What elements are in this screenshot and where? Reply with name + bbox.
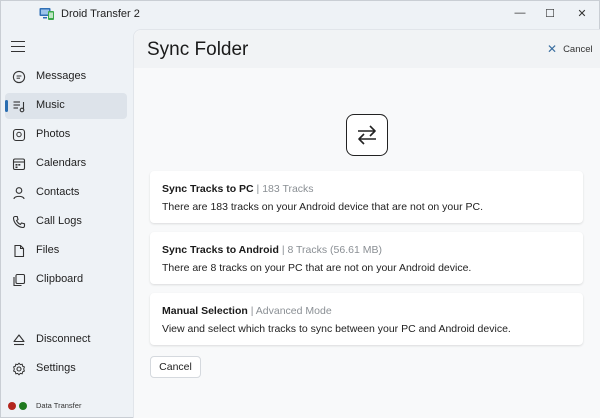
manual-selection-card[interactable]: Manual Selection | Advanced Mode View an… bbox=[150, 293, 583, 345]
sidebar-item-calendars[interactable]: Calendars bbox=[5, 151, 127, 177]
header-cancel-button[interactable]: ✕ Cancel bbox=[547, 42, 593, 56]
maximize-icon: ☐ bbox=[545, 7, 555, 20]
card-subtitle: | 183 Tracks bbox=[257, 183, 314, 195]
clipboard-icon bbox=[12, 273, 26, 287]
app-window: Droid Transfer 2 — ☐ ✕ Messages bbox=[0, 0, 600, 418]
card-title: Sync Tracks to PC | 183 Tracks bbox=[162, 183, 314, 195]
sidebar-item-label: Disconnect bbox=[36, 333, 90, 345]
sidebar-item-disconnect[interactable]: Disconnect bbox=[5, 327, 127, 353]
connection-status: Data Transfer bbox=[8, 401, 81, 410]
maximize-button[interactable]: ☐ bbox=[537, 3, 563, 23]
card-title-text: Manual Selection bbox=[162, 305, 248, 317]
sync-arrows-icon bbox=[346, 114, 388, 156]
minimize-icon: — bbox=[515, 7, 526, 19]
app-logo-icon bbox=[39, 7, 55, 21]
page-header: Sync Folder ✕ Cancel bbox=[134, 30, 600, 68]
sidebar-item-label: Messages bbox=[36, 70, 86, 82]
app-title: Droid Transfer 2 bbox=[61, 8, 140, 20]
sidebar-item-label: Contacts bbox=[36, 186, 79, 198]
card-description: View and select which tracks to sync bet… bbox=[162, 323, 511, 335]
sidebar-item-label: Settings bbox=[36, 362, 76, 374]
card-subtitle: | 8 Tracks (56.61 MB) bbox=[282, 244, 382, 256]
close-icon: ✕ bbox=[547, 42, 557, 56]
sidebar-item-photos[interactable]: Photos bbox=[5, 122, 127, 148]
status-label: Data Transfer bbox=[36, 401, 81, 410]
chat-bubble-icon bbox=[12, 70, 26, 84]
main-panel: Sync Folder ✕ Cancel Sync Tracks to PC |… bbox=[133, 29, 600, 418]
photo-icon bbox=[12, 128, 26, 142]
card-description: There are 183 tracks on your Android dev… bbox=[162, 201, 483, 213]
file-icon bbox=[12, 244, 26, 258]
card-title-text: Sync Tracks to PC bbox=[162, 183, 254, 195]
person-icon bbox=[12, 186, 26, 200]
music-note-icon bbox=[12, 99, 26, 113]
header-cancel-label: Cancel bbox=[563, 44, 593, 55]
sidebar-item-label: Call Logs bbox=[36, 215, 82, 227]
active-indicator bbox=[5, 100, 8, 112]
card-title-text: Sync Tracks to Android bbox=[162, 244, 279, 256]
status-dot-green bbox=[19, 402, 27, 410]
sidebar-item-label: Clipboard bbox=[36, 273, 83, 285]
card-title: Manual Selection | Advanced Mode bbox=[162, 305, 332, 317]
sidebar-item-contacts[interactable]: Contacts bbox=[5, 180, 127, 206]
cancel-button[interactable]: Cancel bbox=[150, 356, 201, 378]
sidebar-item-call-logs[interactable]: Call Logs bbox=[5, 209, 127, 235]
eject-icon bbox=[12, 333, 26, 347]
minimize-button[interactable]: — bbox=[507, 3, 533, 23]
close-icon: ✕ bbox=[577, 7, 586, 20]
hamburger-menu-icon[interactable] bbox=[11, 41, 25, 53]
sidebar-item-settings[interactable]: Settings bbox=[5, 356, 127, 382]
sync-to-android-card[interactable]: Sync Tracks to Android | 8 Tracks (56.61… bbox=[150, 232, 583, 284]
card-title: Sync Tracks to Android | 8 Tracks (56.61… bbox=[162, 244, 382, 256]
sidebar-item-label: Music bbox=[36, 99, 65, 111]
phone-icon bbox=[12, 215, 26, 229]
sidebar-item-messages[interactable]: Messages bbox=[5, 64, 127, 90]
status-dot-red bbox=[8, 402, 16, 410]
close-button[interactable]: ✕ bbox=[569, 3, 595, 23]
title-bar: Droid Transfer 2 — ☐ ✕ bbox=[1, 1, 599, 29]
sidebar-item-music[interactable]: Music bbox=[5, 93, 127, 119]
card-description: There are 8 tracks on your PC that are n… bbox=[162, 262, 471, 274]
sidebar-item-label: Photos bbox=[36, 128, 70, 140]
sidebar-item-label: Files bbox=[36, 244, 59, 256]
sidebar-item-files[interactable]: Files bbox=[5, 238, 127, 264]
gear-icon bbox=[12, 362, 26, 376]
sidebar-item-label: Calendars bbox=[36, 157, 86, 169]
sidebar-item-clipboard[interactable]: Clipboard bbox=[5, 267, 127, 293]
calendar-icon bbox=[12, 157, 26, 171]
sync-to-pc-card[interactable]: Sync Tracks to PC | 183 Tracks There are… bbox=[150, 171, 583, 223]
page-title: Sync Folder bbox=[147, 39, 248, 61]
card-subtitle: | Advanced Mode bbox=[251, 305, 332, 317]
sidebar: Messages Music Photos bbox=[1, 29, 133, 417]
